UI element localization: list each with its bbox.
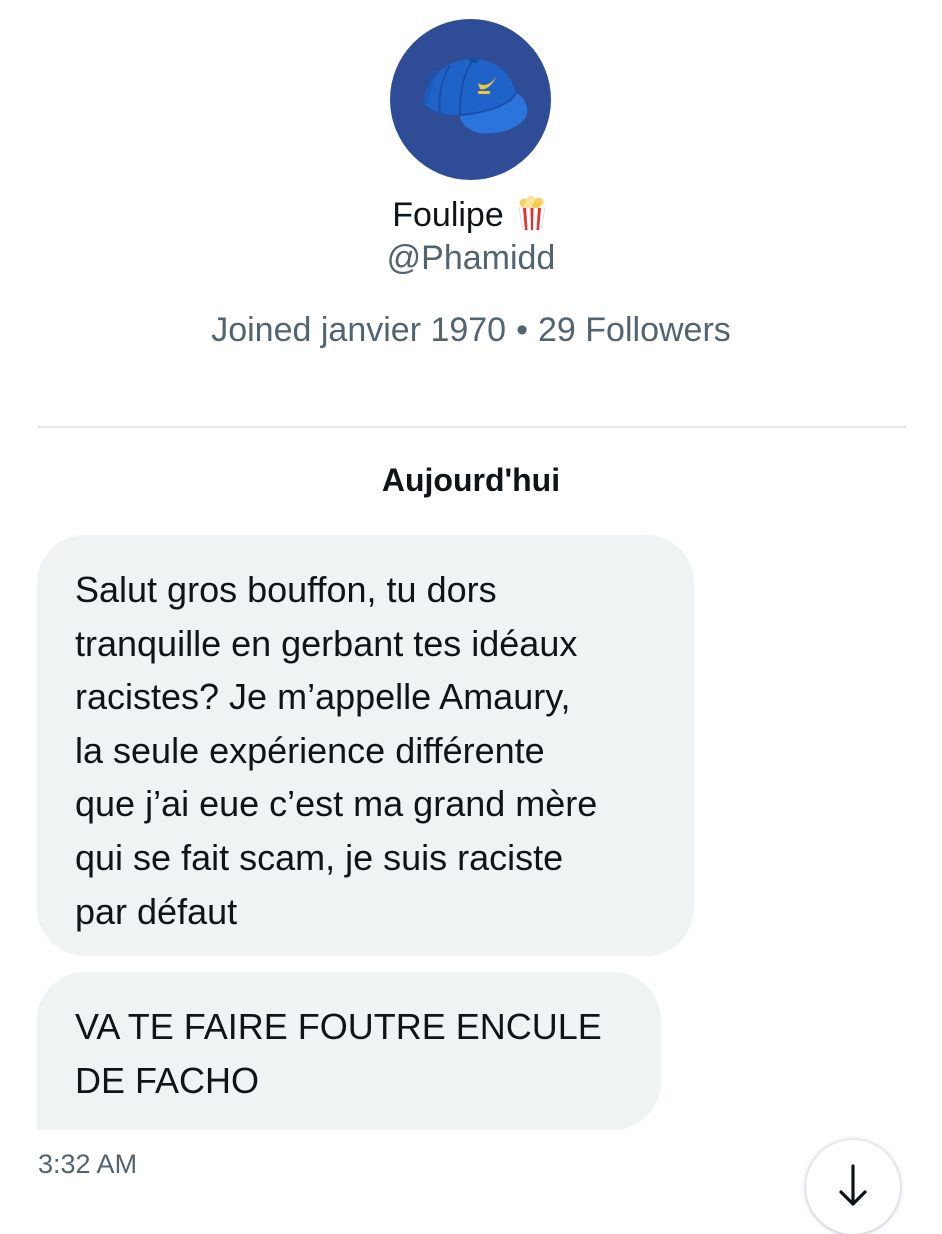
message-bubble[interactable]: Salut gros bouffon, tu dors tranquille e… <box>37 535 694 956</box>
avatar[interactable] <box>390 19 551 180</box>
message-line: la seule expérience différente <box>75 729 545 771</box>
followers-count[interactable]: 29 Followers <box>538 311 731 349</box>
date-header: Aujourd'hui <box>381 462 561 498</box>
message-line: racistes? Je m’appelle Amaury, <box>75 676 571 718</box>
message-line: que j’ai eue c’est ma grand mère <box>75 783 598 825</box>
blue-cap-icon <box>421 57 528 134</box>
profile-meta: Joined janvier 1970 • 29 Followers <box>0 308 942 352</box>
scroll-to-bottom-button[interactable] <box>806 1140 900 1234</box>
joined-date: Joined janvier 1970 <box>211 311 507 349</box>
display-name-row: Foulipe <box>0 190 942 238</box>
arrow-down-icon <box>839 1164 867 1206</box>
message-line: par défaut <box>75 890 238 932</box>
message-line: DE FACHO <box>75 1059 260 1101</box>
message-line: tranquille en gerbant tes idéaux <box>75 622 578 664</box>
meta-separator: • <box>516 311 529 349</box>
message-line: Salut gros bouffon, tu dors <box>75 569 497 610</box>
message-line: VA TE FAIRE FOUTRE ENCULE <box>75 1006 602 1047</box>
display-name[interactable]: Foulipe <box>392 196 504 234</box>
message-line: qui se fait scam, je suis raciste <box>75 836 564 878</box>
popcorn-icon <box>514 195 550 231</box>
divider <box>38 426 906 428</box>
user-handle[interactable]: @Phamidd <box>0 236 942 280</box>
message-bubble[interactable]: VA TE FAIRE FOUTRE ENCULE DE FACHO <box>37 972 661 1130</box>
message-timestamp: 3:32 AM <box>38 1149 138 1179</box>
